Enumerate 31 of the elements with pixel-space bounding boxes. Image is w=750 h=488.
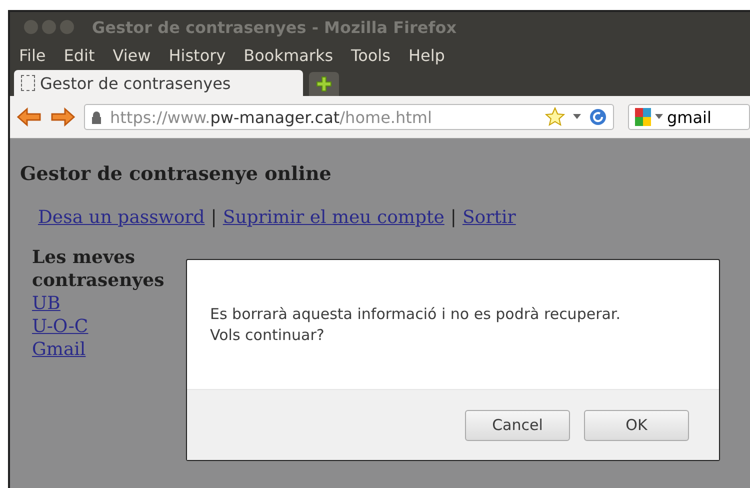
page-heading: Gestor de contrasenye online xyxy=(20,163,332,185)
dropdown-icon[interactable] xyxy=(573,114,581,120)
separator: | xyxy=(450,207,456,228)
menu-item[interactable]: View xyxy=(112,46,151,65)
plus-icon xyxy=(316,76,332,92)
search-engine-icon xyxy=(635,108,651,126)
menu-item[interactable]: Tools xyxy=(351,46,390,65)
dialog-question: Vols continuar? xyxy=(210,325,326,346)
lock-icon xyxy=(91,110,102,124)
star-icon[interactable] xyxy=(545,107,565,127)
dropdown-icon[interactable] xyxy=(655,114,663,120)
reload-icon[interactable] xyxy=(589,108,607,126)
back-icon[interactable] xyxy=(16,107,42,127)
url-text: https://www.pw-manager.cat/home.html xyxy=(110,108,433,126)
new-tab-button[interactable] xyxy=(309,72,339,96)
page-icon xyxy=(21,75,35,91)
dialog-button[interactable]: OK xyxy=(584,410,689,440)
search-field[interactable]: gmail xyxy=(628,104,750,130)
menu-item[interactable]: Help xyxy=(408,46,445,65)
sidebar-title: Les meves contrasenyes xyxy=(32,246,166,292)
dialog-message: Es borrarà aquesta informació i no es podrà recuperar. xyxy=(210,304,622,325)
menu-item[interactable]: History xyxy=(168,46,226,65)
dialog-button[interactable]: Cancel xyxy=(465,410,570,440)
forward-icon[interactable] xyxy=(50,107,76,127)
browser-tab[interactable]: Gestor de contrasenyes xyxy=(14,70,303,96)
address-bar[interactable]: https://www.pw-manager.cat/home.html xyxy=(84,104,614,130)
menu-item[interactable]: Edit xyxy=(64,46,95,65)
menu-item[interactable]: File xyxy=(19,46,46,65)
window-title: Gestor de contrasenyes - Mozilla Firefox xyxy=(92,18,457,36)
menu-item[interactable]: Bookmarks xyxy=(244,46,334,65)
separator: | xyxy=(210,207,217,228)
